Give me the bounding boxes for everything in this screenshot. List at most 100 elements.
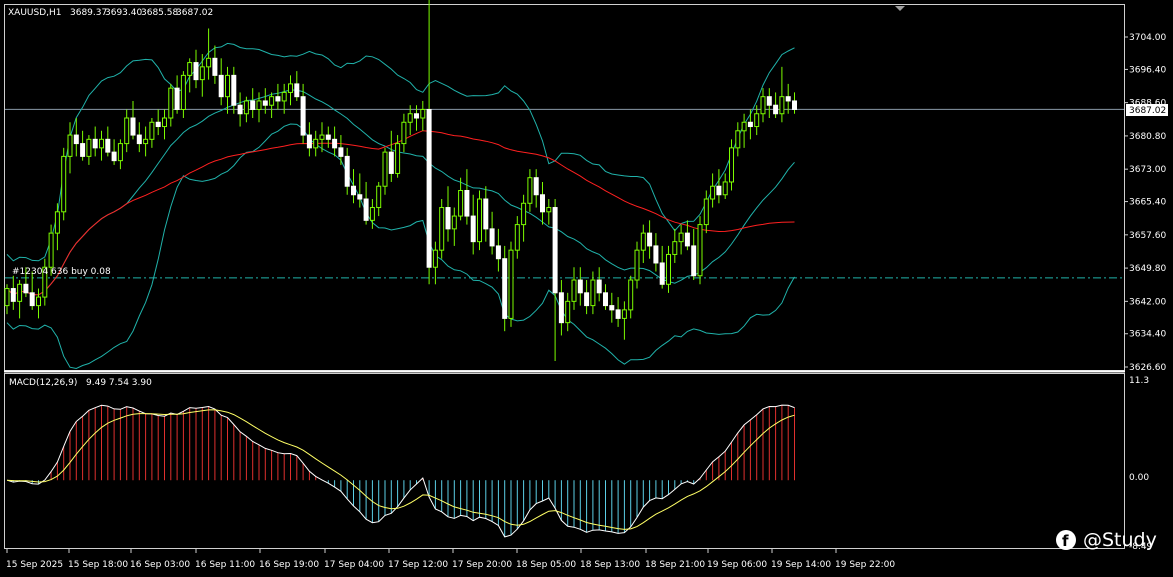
candle-body (143, 138, 149, 145)
macd-signal-line (6, 409, 795, 530)
candle-body (306, 134, 312, 149)
symbol-label: XAUUSD,H1 (8, 8, 62, 18)
time-axis-label: 19 Sep 14:00 (771, 560, 831, 570)
watermark-text: @Study (1083, 529, 1157, 551)
current-price-label: 3687.02 (1129, 106, 1166, 116)
candle-body (357, 194, 363, 200)
candle-body (325, 134, 331, 140)
candle-body (105, 138, 111, 153)
candle-body (4, 288, 10, 307)
price-axis-label: 3657.60 (1129, 231, 1166, 241)
candle-body (401, 121, 407, 145)
candle-body (540, 194, 545, 213)
candle-body (596, 279, 602, 294)
candle-body (621, 309, 627, 319)
candle-body (395, 143, 401, 174)
candle-body (565, 300, 571, 324)
candle-body (766, 96, 772, 106)
candle-body (29, 292, 35, 307)
candle-body (508, 249, 514, 319)
candle-body (338, 147, 344, 157)
macd-values: 9.49 7.54 3.90 (86, 378, 152, 388)
price-axis-label: 3649.80 (1129, 264, 1166, 274)
candle-body (691, 245, 697, 277)
candle-body (149, 121, 155, 140)
candle-body (647, 232, 653, 247)
candle-body (445, 207, 451, 230)
candle-body (483, 198, 489, 230)
ohlc-low: 3685.58 (141, 8, 178, 18)
candle-body (439, 207, 445, 251)
watermark: f @Study (1056, 529, 1157, 551)
ohlc-close: 3687.02 (176, 8, 213, 18)
price-axis-label: 3634.40 (1129, 330, 1166, 340)
candle-body (369, 207, 375, 221)
candle-body (99, 138, 104, 149)
time-axis-label: 16 Sep 19:00 (259, 560, 319, 570)
time-axis-label: 18 Sep 21:00 (645, 560, 705, 570)
candle-body (61, 155, 67, 213)
candle-body (17, 283, 23, 302)
candle-body (212, 57, 218, 76)
candle-body (174, 87, 180, 110)
price-axis-label: 3665.40 (1129, 198, 1166, 208)
candle-body (319, 134, 325, 140)
candle-body (130, 117, 136, 136)
price-axis-label: 3680.80 (1129, 132, 1166, 142)
candle-body (206, 57, 212, 68)
candle-body (653, 245, 659, 264)
candle-body (634, 249, 640, 281)
moving-average (6, 130, 795, 296)
candle-body (92, 138, 98, 149)
candle-body (344, 155, 350, 187)
time-axis-label: 15 Sep 18:00 (68, 560, 128, 570)
candle-body (414, 113, 419, 119)
candle-body (193, 62, 199, 81)
candle-body (747, 121, 753, 128)
candle-body (111, 151, 117, 162)
candle-body (451, 215, 457, 230)
shift-marker-icon[interactable] (895, 6, 905, 11)
price-axis-label: 3626.60 (1129, 363, 1166, 373)
price-axis-label: 3673.00 (1129, 165, 1166, 175)
order-label[interactable]: #12304 636 buy 0.08 (12, 267, 111, 277)
time-axis-label: 18 Sep 13:00 (580, 560, 640, 570)
candle-body (584, 292, 590, 307)
candle-body (640, 232, 646, 251)
macd-scale-zero: 0.00 (1129, 473, 1149, 483)
candle-body (420, 108, 426, 119)
trading-chart[interactable]: XAUUSD,H1 3689.37 3693.40 3685.58 3687.0… (0, 0, 1173, 577)
candle-body (609, 305, 615, 311)
candle-body (502, 258, 508, 319)
candle-body (703, 198, 709, 226)
candle-body (666, 253, 671, 285)
macd-indicator (6, 404, 795, 538)
candle-body (300, 96, 306, 136)
candle-body (477, 198, 482, 243)
time-axis-label: 17 Sep 12:00 (388, 560, 448, 570)
candle-body (332, 138, 338, 149)
candle-body (426, 108, 432, 268)
candle-body (495, 245, 501, 260)
candle-body (262, 100, 268, 106)
candle-body (684, 232, 690, 247)
time-axis-label: 15 Sep 2025 (6, 560, 63, 570)
candle-body (552, 207, 558, 294)
price-axis-label: 3704.00 (1129, 33, 1166, 43)
candle-body (54, 211, 60, 234)
candle-body (716, 185, 722, 196)
ohlc-high: 3693.40 (105, 8, 142, 18)
candle-body (407, 113, 413, 123)
grid-layer (5, 108, 1124, 279)
candle-body (779, 96, 785, 115)
macd-line (6, 404, 795, 538)
candles (4, 0, 797, 362)
candle-body (168, 87, 174, 119)
candle-body (388, 151, 394, 174)
candle-body (36, 296, 41, 307)
candle-body (741, 121, 747, 132)
candle-body (489, 228, 495, 247)
macd-title: MACD(12,26,9) (9, 378, 77, 388)
candle-body (628, 279, 634, 311)
candle-body (792, 100, 797, 110)
